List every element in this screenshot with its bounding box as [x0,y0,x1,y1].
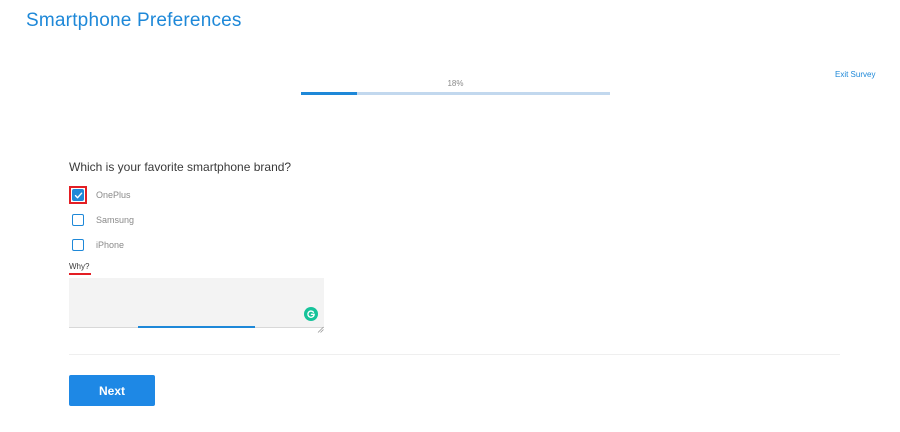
why-label: Why? [69,262,90,271]
grammarly-icon[interactable] [304,307,318,321]
question-text: Which is your favorite smartphone brand? [69,160,292,174]
checkbox-focus-outline [69,186,87,204]
progress-percent: 18% [447,79,464,88]
exit-survey-link[interactable]: Exit Survey [835,70,875,79]
next-button[interactable]: Next [69,375,155,406]
survey-page: Smartphone Preferences Exit Survey 18% W… [0,0,900,432]
option-samsung[interactable]: Samsung [69,211,134,229]
textarea-focus-indicator [138,326,255,328]
why-textarea[interactable] [69,278,324,328]
check-icon [74,192,82,198]
option-label: Samsung [96,215,135,225]
page-title: Smartphone Preferences [26,10,242,31]
option-label: iPhone [96,240,125,250]
checkbox-iphone[interactable] [72,239,84,251]
option-iphone[interactable]: iPhone [69,236,124,254]
checkbox-samsung[interactable] [72,214,84,226]
grammarly-g-glyph [307,310,315,318]
resize-handle-icon[interactable] [317,320,324,333]
why-label-highlight [69,273,91,275]
checkbox-wrap [69,211,87,229]
checkbox-oneplus[interactable] [72,189,84,201]
option-oneplus[interactable]: OnePlus [69,186,131,204]
progress-bar-fill [301,92,357,95]
checkbox-wrap [69,236,87,254]
progress-bar [301,92,610,95]
divider [69,354,840,355]
option-label: OnePlus [96,190,131,200]
